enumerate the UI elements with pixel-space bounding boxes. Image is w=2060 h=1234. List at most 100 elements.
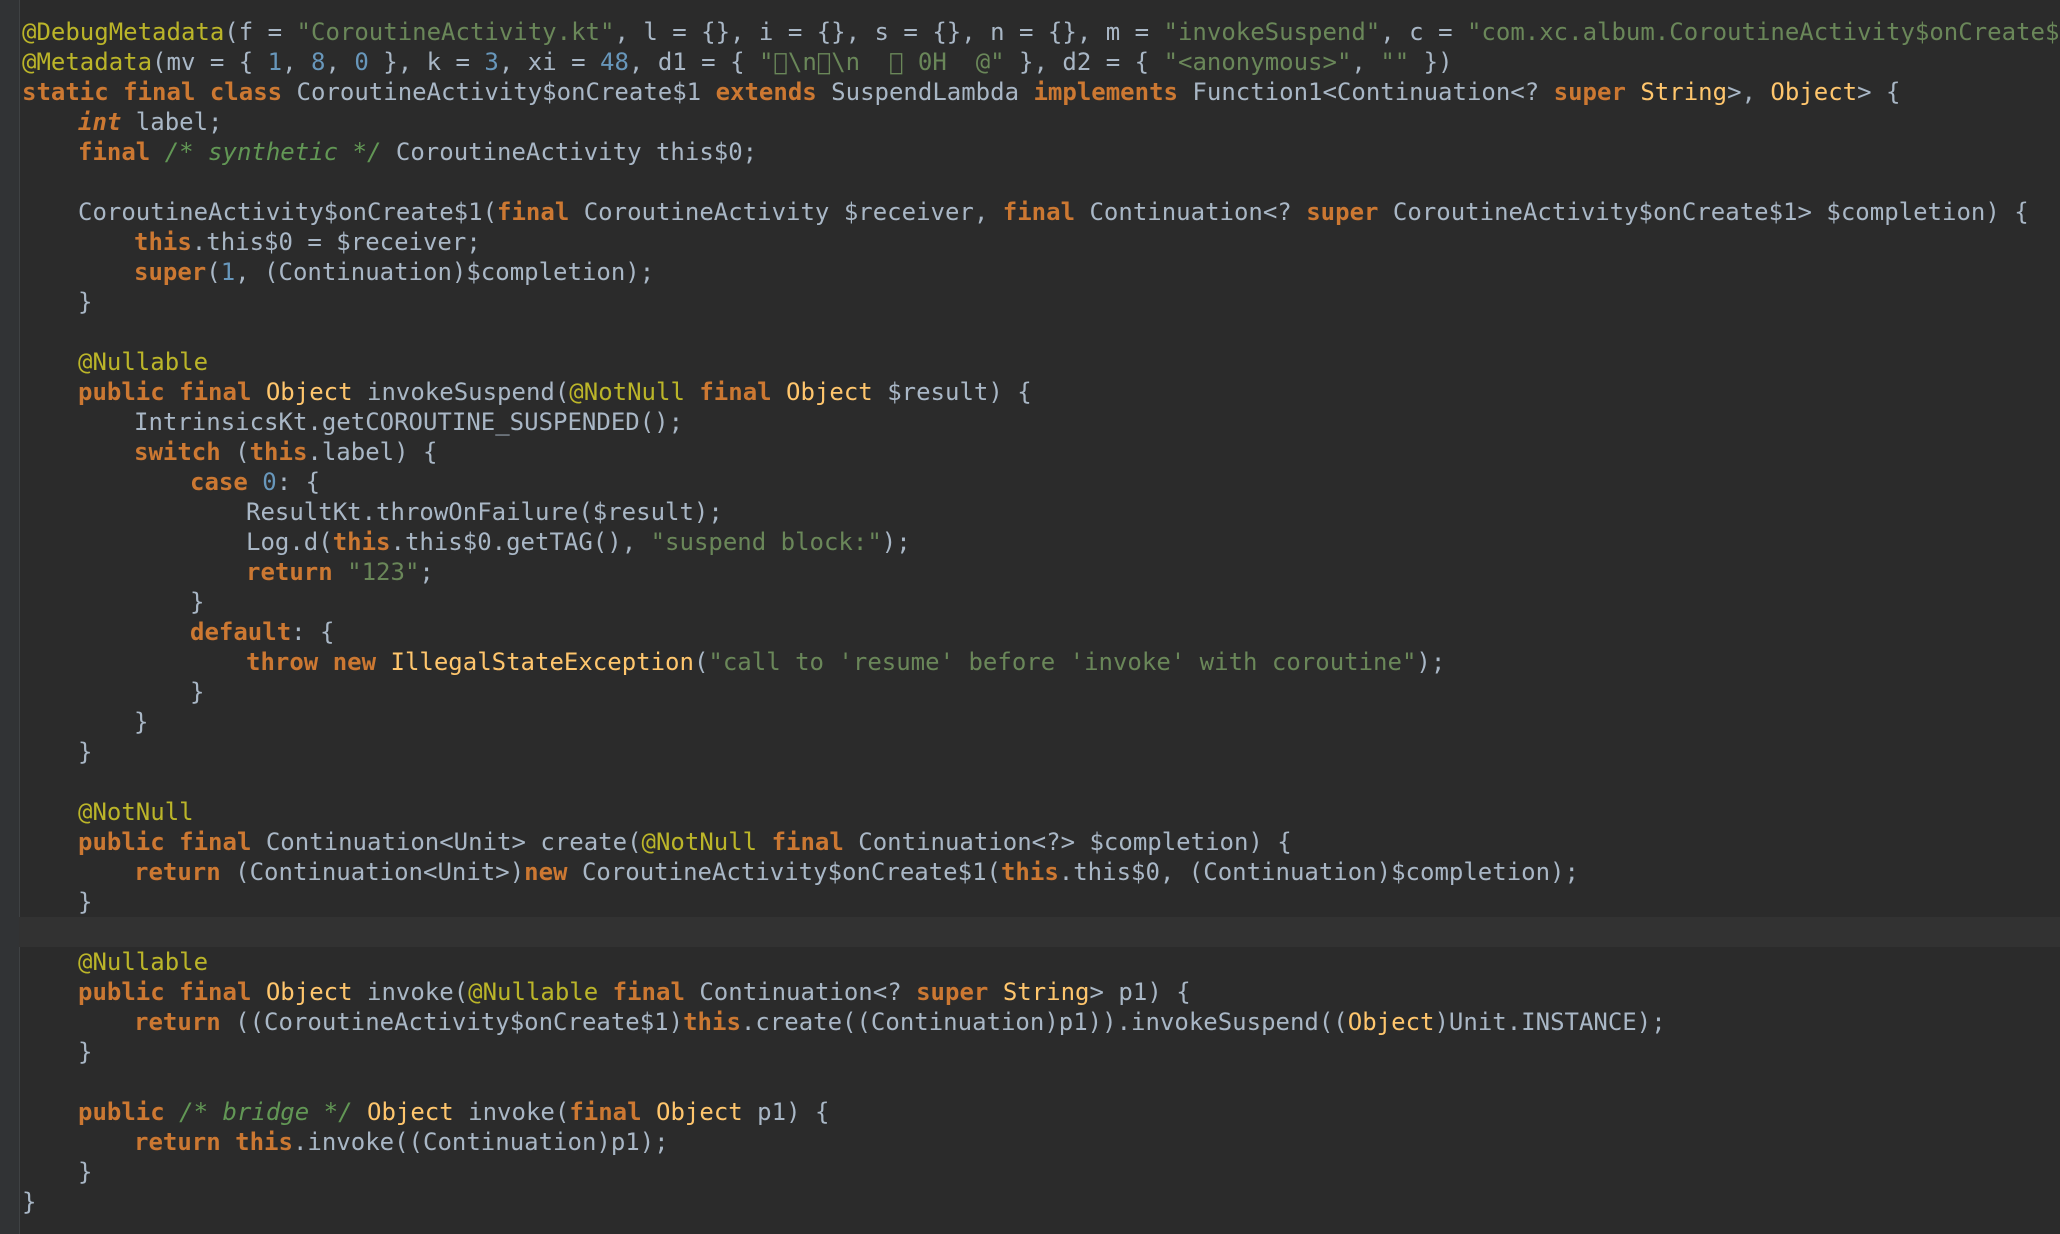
- code-token: (: [693, 648, 709, 676]
- code-token: 1: [267, 48, 283, 76]
- code-line[interactable]: }: [22, 1157, 2060, 1187]
- code-token: , d1 = {: [628, 48, 759, 76]
- code-token: "call to 'resume' before 'invoke' with c…: [708, 648, 1417, 676]
- code-token: )Unit.INSTANCE);: [1434, 1008, 1666, 1036]
- code-token: @Nullable: [78, 948, 209, 976]
- code-line[interactable]: @Nullable: [22, 947, 2060, 977]
- code-token: public final: [78, 978, 266, 1006]
- code-token: (: [235, 438, 250, 466]
- code-token: (Continuation<Unit>): [235, 858, 525, 886]
- code-line[interactable]: default: {: [22, 617, 2060, 647]
- code-line[interactable]: @Metadata(mv = { 1, 8, 0 }, k = 3, xi = …: [22, 47, 2060, 77]
- code-line[interactable]: final /* synthetic */ CoroutineActivity …: [22, 137, 2060, 167]
- code-token: return: [134, 858, 236, 886]
- code-line[interactable]: public final Object invoke(@Nullable fin…: [22, 977, 2060, 1007]
- code-token: switch: [134, 438, 236, 466]
- code-token: Continuation<?: [699, 978, 917, 1006]
- code-line[interactable]: return "123";: [22, 557, 2060, 587]
- code-token: , c =: [1380, 18, 1467, 46]
- code-token: }: [190, 588, 205, 616]
- code-line[interactable]: @Nullable: [22, 347, 2060, 377]
- code-line[interactable]: return this.invoke((Continuation)p1);: [22, 1127, 2060, 1157]
- code-token: Object: [265, 978, 367, 1006]
- code-line[interactable]: }: [22, 737, 2060, 767]
- code-line[interactable]: ​: [22, 167, 2060, 197]
- code-line[interactable]: @NotNull: [22, 797, 2060, 827]
- code-token: }: [78, 888, 93, 916]
- code-token: Object: [1347, 1008, 1435, 1036]
- code-token: 48: [600, 48, 629, 76]
- code-token: Continuation<?: [1089, 198, 1307, 226]
- code-line[interactable]: throw new IllegalStateException("call to…: [22, 647, 2060, 677]
- code-token: , (Continuation)$completion);: [235, 258, 655, 286]
- code-token: default: [190, 618, 292, 646]
- code-token: final: [1002, 198, 1090, 226]
- code-token: return: [246, 558, 348, 586]
- code-line[interactable]: }: [22, 887, 2060, 917]
- code-area[interactable]: @DebugMetadata(f = "CoroutineActivity.kt…: [19, 17, 2060, 1234]
- code-token: IllegalStateException: [390, 648, 694, 676]
- code-line[interactable]: return ((CoroutineActivity$onCreate$1)th…: [22, 1007, 2060, 1037]
- code-token: > p1) {: [1089, 978, 1191, 1006]
- code-token: label;: [135, 108, 223, 136]
- code-token: SuspendLambda: [831, 78, 1034, 106]
- code-line[interactable]: public /* bridge */ Object invoke(final …: [22, 1097, 2060, 1127]
- code-token: String: [1640, 78, 1728, 106]
- code-token: final: [612, 978, 700, 1006]
- code-line[interactable]: ResultKt.throwOnFailure($result);: [22, 497, 2060, 527]
- code-line[interactable]: }: [22, 587, 2060, 617]
- code-token: super: [916, 978, 1003, 1006]
- code-token: ResultKt.throwOnFailure($result);: [246, 498, 723, 526]
- code-token: p1) {: [757, 1098, 830, 1126]
- code-line[interactable]: public final Object invokeSuspend(@NotNu…: [22, 377, 2060, 407]
- code-token: (f =: [224, 18, 297, 46]
- code-token: CoroutineActivity$onCreate$1(: [581, 858, 1001, 886]
- code-token: @Nullable: [468, 978, 613, 1006]
- code-line[interactable]: }: [22, 707, 2060, 737]
- code-line[interactable]: case 0: {: [22, 467, 2060, 497]
- code-line[interactable]: CoroutineActivity$onCreate$1(final Corou…: [22, 197, 2060, 227]
- code-line[interactable]: super(1, (Continuation)$completion);: [22, 257, 2060, 287]
- code-token: }, d2 = {: [1004, 48, 1164, 76]
- code-line[interactable]: public final Continuation<Unit> create(@…: [22, 827, 2060, 857]
- code-line[interactable]: ​: [22, 767, 2060, 797]
- code-token: > {: [1857, 78, 1901, 106]
- code-line[interactable]: Log.d(this.this$0.getTAG(), "suspend blo…: [22, 527, 2060, 557]
- code-line[interactable]: this.this$0 = $receiver;: [22, 227, 2060, 257]
- code-line[interactable]: static final class CoroutineActivity$onC…: [22, 77, 2060, 107]
- code-token: ,: [282, 48, 311, 76]
- code-line[interactable]: ​: [22, 317, 2060, 347]
- code-token: super: [1306, 198, 1393, 226]
- code-line[interactable]: switch (this.label) {: [22, 437, 2060, 467]
- code-line[interactable]: ​: [22, 1067, 2060, 1097]
- code-line[interactable]: }: [22, 677, 2060, 707]
- code-token: , xi =: [498, 48, 601, 76]
- code-token: this: [332, 528, 391, 556]
- code-token: static final class: [22, 78, 297, 106]
- code-token: "suspend block:": [650, 528, 882, 556]
- code-token: >,: [1727, 78, 1771, 106]
- code-line[interactable]: @DebugMetadata(f = "CoroutineActivity.kt…: [22, 17, 2060, 47]
- code-token: final: [569, 1098, 657, 1126]
- code-line-current[interactable]: ​: [19, 917, 2060, 947]
- code-token: int: [78, 108, 136, 136]
- code-line[interactable]: IntrinsicsKt.getCOROUTINE_SUSPENDED();: [22, 407, 2060, 437]
- code-token: CoroutineActivity$onCreate$1(: [78, 198, 498, 226]
- code-line[interactable]: }: [22, 287, 2060, 317]
- code-token: 0: [354, 48, 369, 76]
- code-token: "invokeSuspend": [1163, 18, 1381, 46]
- code-line[interactable]: }: [22, 1037, 2060, 1067]
- code-token: Function1<Continuation<?: [1192, 78, 1554, 106]
- code-token: throw new: [246, 648, 391, 676]
- code-token: Object: [265, 378, 367, 406]
- code-token: Continuation<?> $completion) {: [858, 828, 1292, 856]
- code-token: }: [190, 678, 205, 706]
- code-token: super: [134, 258, 207, 286]
- code-token: invoke(: [468, 1098, 570, 1126]
- code-token: 0: [262, 468, 277, 496]
- code-line[interactable]: }: [22, 1187, 2060, 1217]
- code-token: implements: [1033, 78, 1193, 106]
- code-line[interactable]: int label;: [22, 107, 2060, 137]
- code-editor[interactable]: @DebugMetadata(f = "CoroutineActivity.kt…: [0, 0, 2060, 1234]
- code-line[interactable]: return (Continuation<Unit>)new Coroutine…: [22, 857, 2060, 887]
